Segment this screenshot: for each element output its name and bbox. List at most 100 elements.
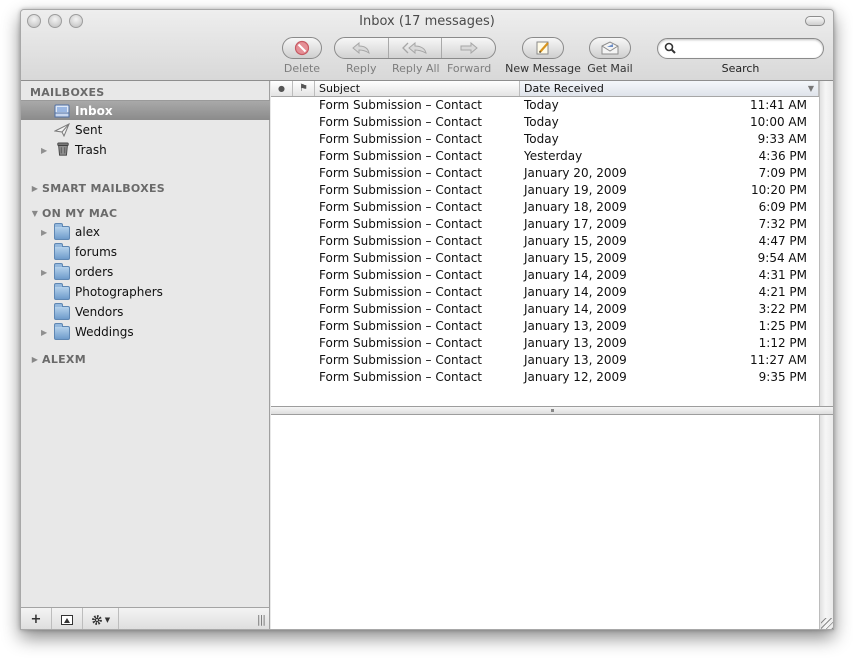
on-my-mac-label: ON MY MAC xyxy=(42,207,118,220)
sidebar-item-vendors[interactable]: Vendors xyxy=(21,302,270,322)
sidebar-item-label: alex xyxy=(75,225,100,239)
message-date: Today xyxy=(524,115,559,129)
message-row[interactable]: Form Submission – Contact Today 10:00 AM xyxy=(271,114,819,131)
preview-scrollbar[interactable] xyxy=(819,415,833,629)
sidebar-item-label: forums xyxy=(75,245,118,259)
message-date: January 15, 2009 xyxy=(524,251,627,265)
message-row[interactable]: Form Submission – Contact Today 11:41 AM xyxy=(271,97,819,114)
message-date: January 20, 2009 xyxy=(524,166,627,180)
message-time: 10:20 PM xyxy=(751,183,807,197)
toolbar-toggle-button[interactable] xyxy=(805,16,825,26)
message-row[interactable]: Form Submission – Contact January 15, 200… xyxy=(271,250,819,267)
message-row[interactable]: Form Submission – Contact January 14, 200… xyxy=(271,267,819,284)
message-row[interactable]: Form Submission – Contact January 20, 200… xyxy=(271,165,819,182)
date-received-label: Date Received xyxy=(524,82,604,95)
message-rows: Form Submission – Contact Today 11:41 AM F… xyxy=(271,97,819,386)
reply-all-button[interactable] xyxy=(389,38,443,58)
message-row[interactable]: Form Submission – Contact January 12, 200… xyxy=(271,369,819,386)
sidebar-item-weddings[interactable]: ▶ Weddings xyxy=(21,322,270,342)
message-time: 9:33 AM xyxy=(757,132,807,146)
message-subject: Form Submission – Contact xyxy=(319,370,483,384)
envelope-icon xyxy=(601,41,619,55)
message-row[interactable]: Form Submission – Contact January 13, 200… xyxy=(271,352,819,369)
plus-icon: + xyxy=(30,612,42,627)
message-subject: Form Submission – Contact xyxy=(319,200,483,214)
disclosure-triangle-icon[interactable]: ▶ xyxy=(41,146,47,155)
account-header-alexm[interactable]: ▶ ALEXM xyxy=(30,353,86,366)
get-mail-button[interactable]: Get Mail xyxy=(583,37,637,75)
sidebar-item-label: Sent xyxy=(75,123,103,137)
reply-all-label: Reply All xyxy=(392,62,440,75)
disclosure-triangle-icon[interactable]: ▶ xyxy=(41,268,47,277)
sidebar-resize-grip[interactable]: ||| xyxy=(257,613,266,626)
message-row[interactable]: Form Submission – Contact January 18, 200… xyxy=(271,199,819,216)
sidebar-item-sent[interactable]: Sent xyxy=(21,120,270,140)
message-date: January 13, 2009 xyxy=(524,336,627,350)
sidebar-item-inbox[interactable]: Inbox xyxy=(21,100,270,120)
flag-column-header[interactable]: ⚑ xyxy=(293,81,315,96)
compose-pencil-icon xyxy=(536,41,549,55)
sidebar-item-orders[interactable]: ▶ orders xyxy=(21,262,270,282)
search-field[interactable] xyxy=(657,38,824,59)
action-menu-button[interactable]: ▼ xyxy=(83,608,119,629)
delete-icon xyxy=(294,40,310,56)
message-row[interactable]: Form Submission – Contact January 14, 200… xyxy=(271,301,819,318)
disclosure-triangle-icon[interactable]: ▶ xyxy=(41,328,47,337)
message-time: 1:12 PM xyxy=(758,336,807,350)
message-time: 4:47 PM xyxy=(758,234,807,248)
window-resize-handle[interactable] xyxy=(821,618,833,629)
message-row[interactable]: Form Submission – Contact Yesterday 4:36 P… xyxy=(271,148,819,165)
message-subject: Form Submission – Contact xyxy=(319,302,483,316)
disclosure-triangle-icon[interactable]: ▶ xyxy=(30,355,40,364)
smart-mailboxes-header[interactable]: ▶ SMART MAILBOXES xyxy=(30,182,165,195)
add-mailbox-button[interactable]: + xyxy=(21,608,52,629)
message-subject: Form Submission – Contact xyxy=(319,132,483,146)
message-date: Yesterday xyxy=(524,149,583,163)
disclosure-triangle-expanded-icon[interactable]: ▼ xyxy=(30,209,40,218)
message-row[interactable]: Form Submission – Contact January 13, 200… xyxy=(271,335,819,352)
paper-plane-icon xyxy=(54,123,70,137)
message-date: January 19, 2009 xyxy=(524,183,627,197)
message-row[interactable]: Form Submission – Contact January 15, 200… xyxy=(271,233,819,250)
sidebar-item-forums[interactable]: forums xyxy=(21,242,270,262)
subject-column-header[interactable]: Subject xyxy=(315,81,520,96)
message-time: 7:32 PM xyxy=(758,217,807,231)
sidebar-item-photographers[interactable]: Photographers xyxy=(21,282,270,302)
search-input[interactable] xyxy=(680,41,818,56)
folder-icon xyxy=(54,263,70,280)
date-received-column-header[interactable]: Date Received ▼ xyxy=(520,81,819,96)
message-row[interactable]: Form Submission – Contact January 19, 200… xyxy=(271,182,819,199)
message-subject: Form Submission – Contact xyxy=(319,98,483,112)
message-time: 9:54 AM xyxy=(757,251,807,265)
forward-button[interactable] xyxy=(442,38,495,58)
photo-browser-icon xyxy=(61,614,73,625)
message-list-scrollbar[interactable] xyxy=(819,81,833,406)
unread-column-header[interactable]: ● xyxy=(271,81,293,96)
message-time: 4:21 PM xyxy=(758,285,807,299)
disclosure-triangle-icon[interactable]: ▶ xyxy=(30,184,40,193)
mailbox-sidebar: MAILBOXES Inbox Sent ▶ Trash ▶ SMART MAI… xyxy=(21,81,270,629)
delete-button[interactable]: Delete xyxy=(275,37,329,75)
message-subject: Form Submission – Contact xyxy=(319,149,483,163)
forward-arrow-icon xyxy=(460,42,478,54)
message-row[interactable]: Form Submission – Contact January 13, 200… xyxy=(271,318,819,335)
message-date: Today xyxy=(524,132,559,146)
sidebar-item-trash[interactable]: ▶ Trash xyxy=(21,140,270,160)
splitter-grip[interactable] xyxy=(551,409,554,412)
sidebar-item-alex[interactable]: ▶ alex xyxy=(21,222,270,242)
on-my-mac-header[interactable]: ▼ ON MY MAC xyxy=(30,207,117,220)
message-time: 11:27 AM xyxy=(750,353,807,367)
message-date: January 15, 2009 xyxy=(524,234,627,248)
new-message-button[interactable]: New Message xyxy=(505,37,581,75)
message-subject: Form Submission – Contact xyxy=(319,353,483,367)
disclosure-triangle-icon[interactable]: ▶ xyxy=(41,228,47,237)
pane-splitter[interactable] xyxy=(271,406,833,415)
folder-icon xyxy=(54,303,70,320)
message-row[interactable]: Form Submission – Contact January 17, 200… xyxy=(271,216,819,233)
message-row[interactable]: Form Submission – Contact January 14, 200… xyxy=(271,284,819,301)
message-row[interactable]: Form Submission – Contact Today 9:33 AM xyxy=(271,131,819,148)
message-time: 9:35 PM xyxy=(758,370,807,384)
show-activity-button[interactable] xyxy=(52,608,83,629)
message-subject: Form Submission – Contact xyxy=(319,115,483,129)
reply-button[interactable] xyxy=(335,38,389,58)
